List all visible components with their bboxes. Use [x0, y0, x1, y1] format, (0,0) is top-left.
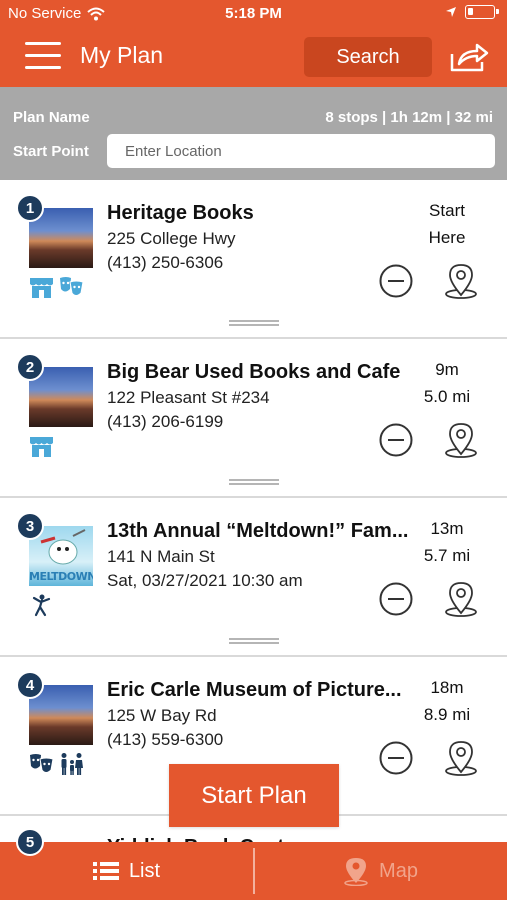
location-arrow-icon [446, 7, 456, 17]
stop-datetime: Sat, 03/27/2021 10:30 am [107, 571, 303, 590]
stop-distance: Here [428, 228, 466, 247]
event-person-icon [32, 594, 51, 617]
map-marker-icon [344, 858, 368, 886]
category-icons [28, 434, 55, 458]
stop-address: 122 Pleasant St #234 [107, 388, 270, 407]
tab-map[interactable]: Map [254, 842, 507, 900]
stop-number-badge: 2 [16, 353, 44, 381]
stop-name[interactable]: Eric Carle Museum of Picture... [107, 679, 412, 702]
page-title: My Plan [80, 42, 164, 68]
start-plan-button[interactable]: Start Plan [169, 764, 339, 827]
status-right [445, 5, 499, 19]
stop-eta: 18m [430, 678, 464, 697]
stop-name[interactable]: 13th Annual “Meltdown!” Fam... [107, 520, 412, 543]
remove-stop-button[interactable] [379, 582, 413, 616]
remove-stop-button[interactable] [379, 741, 413, 775]
category-icons [28, 593, 55, 617]
search-button[interactable]: Search [304, 37, 432, 77]
stop-eta: 9m [435, 360, 459, 379]
category-icons [28, 752, 85, 776]
map-pin-button[interactable] [442, 421, 480, 459]
remove-stop-button[interactable] [379, 423, 413, 457]
stop-distance: 5.7 mi [423, 546, 471, 565]
stop-number-badge: 5 [16, 828, 44, 856]
stop-number-badge: 4 [16, 671, 44, 699]
stop-address: 225 College Hwy [107, 229, 236, 248]
category-icons [28, 275, 85, 299]
shop-icon [30, 278, 53, 298]
plan-name-label: Plan Name [13, 109, 90, 126]
battery-icon [465, 5, 499, 19]
stop-distance: 5.0 mi [423, 387, 471, 406]
status-time: 5:18 PM [225, 5, 282, 22]
start-location-input[interactable] [107, 134, 495, 168]
theater-icon [60, 277, 84, 296]
tab-map-label: Map [379, 859, 418, 882]
tab-list-label: List [128, 859, 161, 882]
thumb-label: MELTDOWN [29, 570, 93, 583]
stop-phone[interactable]: (413) 559-6300 [107, 730, 223, 750]
stop-phone[interactable]: (413) 206-6199 [107, 412, 223, 432]
stop-phone[interactable]: (413) 250-6306 [107, 253, 223, 273]
list-icon [92, 862, 119, 880]
start-point-label: Start Point [13, 143, 89, 160]
map-pin-button[interactable] [442, 739, 480, 777]
hamburger-menu-icon[interactable] [25, 42, 61, 70]
stop-card[interactable]: 2 Big Bear Used Books and Cafe 122 Pleas… [0, 339, 507, 498]
stop-card[interactable]: 3 MELTDOWN 13th Annual “Meltdown!” Fam..… [0, 498, 507, 657]
bottom-tab-bar: List Map [0, 842, 507, 900]
plan-info-panel: Plan Name 8 stops | 1h 12m | 32 mi Start… [0, 87, 507, 180]
theater-icon [30, 754, 54, 773]
drag-handle[interactable] [229, 319, 279, 327]
nav-bar: My Plan Search [0, 28, 507, 87]
map-pin-button[interactable] [442, 262, 480, 300]
app-header: No Service 5:18 PM My Plan Search [0, 0, 507, 87]
status-bar: No Service 5:18 PM [0, 0, 507, 28]
stop-number-badge: 1 [16, 194, 44, 222]
stop-address: 141 N Main St [107, 547, 215, 566]
stop-card[interactable]: 1 Heritage Books 225 College Hwy (413) 2… [0, 180, 507, 339]
remove-stop-button[interactable] [379, 264, 413, 298]
plan-stats: 8 stops | 1h 12m | 32 mi [325, 109, 493, 126]
stop-eta: 13m [430, 519, 464, 538]
stop-name[interactable]: Big Bear Used Books and Cafe [107, 361, 412, 384]
map-pin-button[interactable] [442, 580, 480, 618]
shop-icon [30, 437, 53, 457]
stop-eta: Start [429, 201, 465, 220]
stop-number-badge: 3 [16, 512, 44, 540]
stop-address: 125 W Bay Rd [107, 706, 217, 725]
stop-name[interactable]: Heritage Books [107, 202, 412, 225]
stop-distance: 8.9 mi [423, 705, 471, 724]
drag-handle[interactable] [229, 478, 279, 486]
family-icon [61, 753, 83, 775]
share-icon[interactable] [448, 40, 490, 74]
drag-handle[interactable] [229, 637, 279, 645]
